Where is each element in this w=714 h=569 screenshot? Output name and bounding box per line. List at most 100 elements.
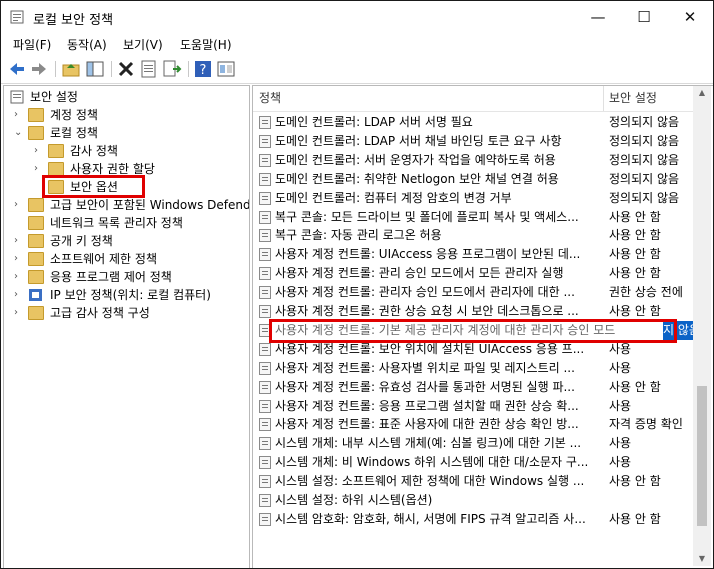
- tree-label: 공개 키 정책: [50, 234, 113, 248]
- policy-setting: 사용 안 함: [609, 247, 661, 261]
- tree-label: 소프트웨어 제한 정책: [50, 252, 157, 266]
- policy-name: 시스템 개체: 내부 시스템 개체(예: 심볼 링크)에 대한 기본 ...: [275, 436, 582, 450]
- scroll-up-icon[interactable]: ▲: [697, 88, 707, 97]
- policy-row[interactable]: 시스템 암호화: 암호화, 해시, 서명에 FIPS 규격 알고리즘 사... 사…: [253, 510, 693, 529]
- back-arrow-icon[interactable]: [7, 59, 27, 79]
- menu-file[interactable]: 파일(F): [13, 36, 51, 53]
- highlight-box-selected-policy: [269, 319, 677, 343]
- policy-row[interactable]: 사용자 계정 컨트롤: 관리 승인 모드에서 모든 관리자 실행 사용 안 함: [253, 264, 693, 283]
- security-settings-icon: [10, 90, 24, 104]
- policy-row[interactable]: 시스템 설정: 하위 시스템(옵션): [253, 491, 693, 510]
- policy-row[interactable]: 복구 콘솔: 모든 드라이브 및 폴더에 플로피 복사 및 액세스... 사용 안…: [253, 208, 693, 227]
- folder-icon: [28, 270, 44, 284]
- column-header-policy[interactable]: 정책: [259, 86, 281, 111]
- tree-item-account-policy[interactable]: › 계정 정책: [4, 106, 244, 124]
- policy-row[interactable]: 도메인 컨트롤러: 취약한 Netlogon 보안 채널 연결 허용 정의되지 않…: [253, 170, 693, 189]
- policy-row[interactable]: 사용자 계정 컨트롤: 사용자별 위치로 파일 및 레지스트리 ... 사용: [253, 359, 693, 378]
- maximize-button[interactable]: ☐: [621, 1, 667, 33]
- toolbar-separator: [55, 61, 56, 77]
- policy-row[interactable]: 사용자 계정 컨트롤: 유효성 검사를 통과한 서명된 실행 파... 사용 안 …: [253, 378, 693, 397]
- column-header-setting[interactable]: 보안 설정: [609, 86, 657, 111]
- ip-security-icon: [29, 289, 42, 301]
- policy-setting: 사용: [609, 361, 632, 375]
- folder-icon: [28, 216, 44, 230]
- expand-chevron-icon[interactable]: ›: [14, 106, 24, 124]
- expand-chevron-icon[interactable]: ›: [14, 304, 24, 322]
- policy-row[interactable]: 시스템 개체: 내부 시스템 개체(예: 심볼 링크)에 대한 기본 ... 사용: [253, 434, 693, 453]
- expand-chevron-icon[interactable]: ›: [14, 232, 24, 250]
- policy-setting: 정의되지 않음: [609, 191, 680, 205]
- tree-item-ip-security[interactable]: › IP 보안 정책(위치: 로컬 컴퓨터): [4, 286, 244, 304]
- expand-chevron-icon[interactable]: ›: [14, 268, 24, 286]
- policy-row[interactable]: 도메인 컨트롤러: LDAP 서버 서명 필요 정의되지 않음: [253, 113, 693, 132]
- policy-icon: [259, 286, 271, 299]
- tree-item-public-key[interactable]: › 공개 키 정책: [4, 232, 244, 250]
- menu-view[interactable]: 보기(V): [123, 36, 163, 53]
- menu-help[interactable]: 도움말(H): [180, 36, 232, 53]
- folder-open-icon: [28, 126, 44, 140]
- policy-icon: [259, 362, 271, 375]
- policy-row[interactable]: 복구 콘솔: 자동 관리 로그온 허용 사용 안 함: [253, 226, 693, 245]
- policy-icon: [259, 381, 271, 394]
- column-divider[interactable]: [603, 86, 604, 111]
- policy-icon: [259, 305, 271, 318]
- tree-label: 보안 설정: [30, 90, 78, 104]
- policy-row[interactable]: 시스템 개체: 비 Windows 하위 시스템에 대한 대/소문자 구... 사…: [253, 453, 693, 472]
- policy-row[interactable]: 시스템 설정: 소프트웨어 제한 정책에 대한 Windows 실행 ... 사용…: [253, 472, 693, 491]
- tree-root[interactable]: 보안 설정: [4, 88, 244, 106]
- minimize-button[interactable]: —: [575, 1, 621, 33]
- title-bar[interactable]: 로컬 보안 정책 — ☐ ✕: [1, 1, 713, 33]
- tree-item-software-restriction[interactable]: › 소프트웨어 제한 정책: [4, 250, 244, 268]
- close-button[interactable]: ✕: [667, 1, 713, 33]
- policy-icon: [259, 173, 271, 186]
- policy-icon: [259, 400, 271, 413]
- show-hide-tree-icon[interactable]: [85, 59, 105, 79]
- tree-item-audit-policy[interactable]: › 감사 정책: [4, 142, 244, 160]
- folder-icon: [28, 108, 44, 122]
- tree-item-local-policy[interactable]: ⌄ 로컬 정책: [4, 124, 244, 142]
- policy-row[interactable]: 사용자 계정 컨트롤: 표준 사용자에 대한 권한 상승 확인 방... 자격 증…: [253, 415, 693, 434]
- policy-name: 사용자 계정 컨트롤: 사용자별 위치로 파일 및 레지스트리 ...: [275, 361, 575, 375]
- folder-icon: [28, 198, 44, 212]
- tree-label: 네트워크 목록 관리자 정책: [50, 216, 183, 230]
- forward-arrow-icon[interactable]: [29, 59, 49, 79]
- export-list-icon[interactable]: [162, 59, 182, 79]
- policy-name: 시스템 암호화: 암호화, 해시, 서명에 FIPS 규격 알고리즘 사...: [275, 512, 586, 526]
- policy-name: 시스템 개체: 비 Windows 하위 시스템에 대한 대/소문자 구...: [275, 455, 589, 469]
- policy-name: 도메인 컨트롤러: 서버 운영자가 작업을 예약하도록 허용: [275, 153, 556, 167]
- policy-row[interactable]: 사용자 계정 컨트롤: 관리자 승인 모드에서 관리자에 대한 ... 권한 상승…: [253, 283, 693, 302]
- tree-item-advanced-audit[interactable]: › 고급 감사 정책 구성: [4, 304, 244, 322]
- tree-item-app-control[interactable]: › 응용 프로그램 제어 정책: [4, 268, 244, 286]
- delete-icon[interactable]: [116, 59, 136, 79]
- mmc-view-icon[interactable]: [216, 59, 236, 79]
- tree-label: IP 보안 정책(위치: 로컬 컴퓨터): [50, 288, 211, 302]
- policy-name: 도메인 컨트롤러: 컴퓨터 계정 암호의 변경 거부: [275, 191, 512, 205]
- properties-icon[interactable]: [139, 59, 159, 79]
- tree-label: 계정 정책: [50, 108, 98, 122]
- policy-setting: 정의되지 않음: [609, 172, 680, 186]
- expand-chevron-icon[interactable]: ›: [34, 142, 44, 160]
- policy-row[interactable]: 도메인 컨트롤러: 컴퓨터 계정 암호의 변경 거부 정의되지 않음: [253, 189, 693, 208]
- menu-action[interactable]: 동작(A): [67, 36, 107, 53]
- tree-item-network-list-manager[interactable]: 네트워크 목록 관리자 정책: [4, 214, 244, 232]
- tree-pane: 보안 설정 › 계정 정책 ⌄ 로컬 정책 › 감사 정책 › 사용자 권한 할…: [3, 85, 250, 568]
- help-icon[interactable]: ?: [193, 59, 213, 79]
- policy-list-pane: 정책 보안 설정 도메인 컨트롤러: LDAP 서버 서명 필요 정의되지 않음 도…: [252, 85, 713, 568]
- collapse-chevron-icon[interactable]: ⌄: [14, 124, 24, 142]
- expand-chevron-icon[interactable]: ›: [14, 250, 24, 268]
- policy-row[interactable]: 사용자 계정 컨트롤: UIAccess 응용 프로그램이 보안된 데... 사용…: [253, 245, 693, 264]
- up-folder-icon[interactable]: [61, 59, 81, 79]
- scroll-down-icon[interactable]: ▼: [697, 554, 707, 563]
- expand-chevron-icon[interactable]: ›: [14, 196, 24, 214]
- policy-icon: [259, 343, 271, 356]
- tree-label: 감사 정책: [70, 144, 118, 158]
- scrollbar-thumb[interactable]: [697, 386, 707, 526]
- policy-row[interactable]: 도메인 컨트롤러: LDAP 서버 채널 바인딩 토큰 요구 사항 정의되지 않음: [253, 132, 693, 151]
- policy-row[interactable]: 사용자 계정 컨트롤: 응용 프로그램 설치할 때 권한 상승 확... 사용: [253, 397, 693, 416]
- expand-chevron-icon[interactable]: ›: [14, 286, 24, 304]
- policy-icon: [259, 267, 271, 280]
- toolbar-separator: [188, 61, 189, 77]
- tree-item-windows-defender-firewall[interactable]: › 고급 보안이 포함된 Windows Defende: [4, 196, 249, 214]
- policy-name: 사용자 계정 컨트롤: UIAccess 응용 프로그램이 보안된 데...: [275, 247, 581, 261]
- policy-row[interactable]: 도메인 컨트롤러: 서버 운영자가 작업을 예약하도록 허용 정의되지 않음: [253, 151, 693, 170]
